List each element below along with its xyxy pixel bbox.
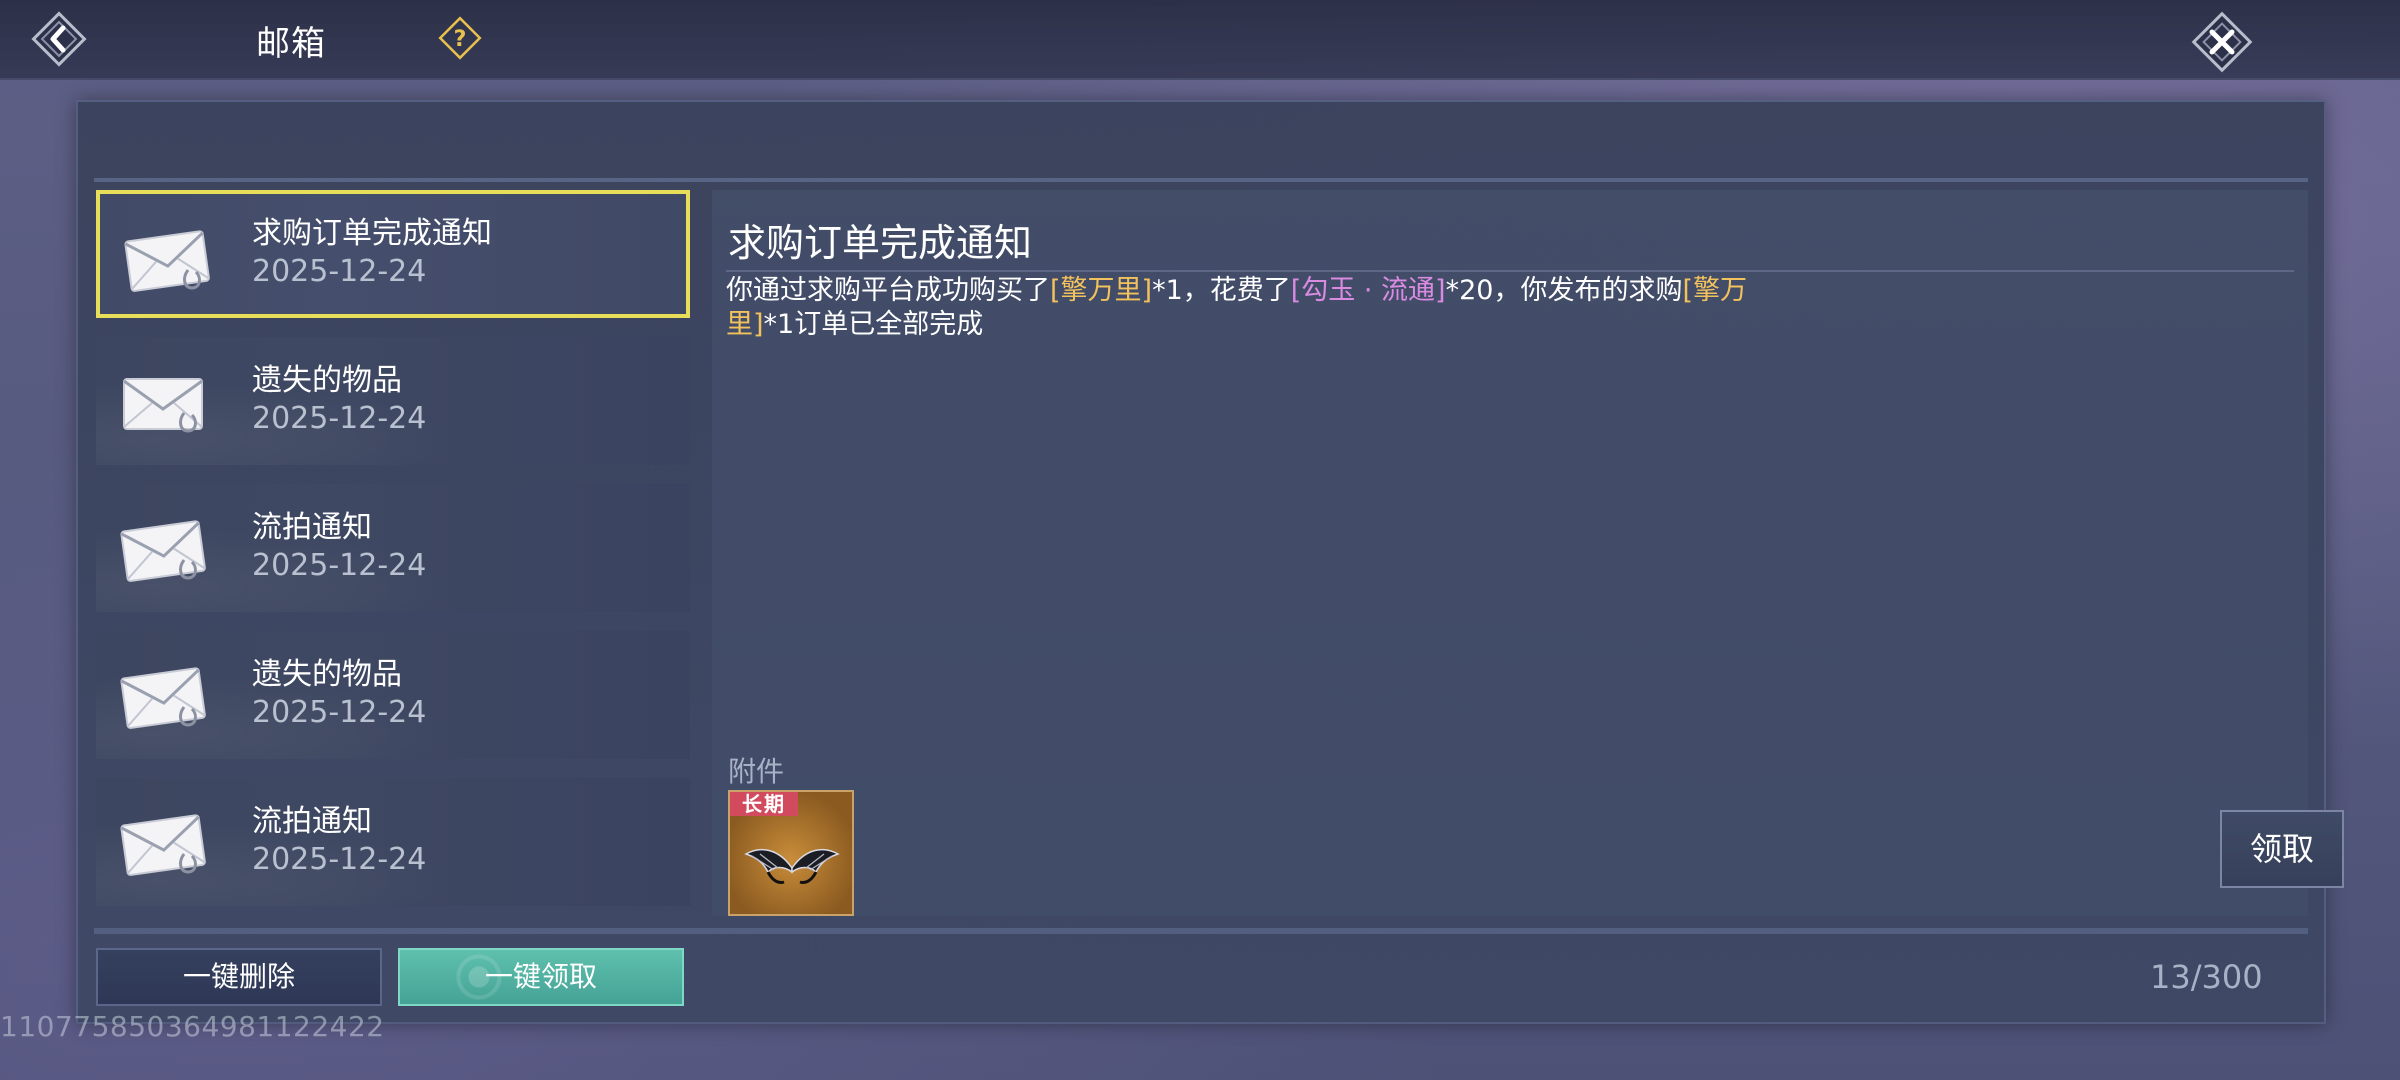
close-x-icon: [2191, 11, 2253, 73]
delete-all-button[interactable]: 一键删除: [96, 948, 382, 1006]
back-button[interactable]: [26, 6, 92, 72]
divider: [726, 270, 2294, 272]
attachment-label: 附件: [728, 755, 785, 788]
mail-title: 流拍通知: [252, 804, 372, 839]
mail-item[interactable]: 遗失的物品 2025-12-24: [96, 337, 690, 465]
mail-date: 2025-12-24: [252, 842, 427, 877]
help-button[interactable]: ?: [436, 14, 484, 62]
attachment-item[interactable]: 长期: [728, 790, 854, 916]
mail-content: 求购订单完成通知 你通过求购平台成功购买了[擎万里]*1，花费了[勾玉 · 流通…: [712, 190, 2344, 916]
mail-item[interactable]: 流拍通知 2025-12-24: [96, 778, 690, 906]
back-arrow-icon: [31, 11, 87, 67]
envelope-attachment-icon: [120, 814, 206, 876]
divider: [94, 178, 2308, 182]
claim-button[interactable]: 领取: [2220, 810, 2344, 888]
mail-item[interactable]: 流拍通知 2025-12-24: [96, 484, 690, 612]
player-uid: 110775850364981122422: [0, 1010, 385, 1043]
duration-tag: 长期: [730, 792, 798, 816]
body-text: 你通过求购平台成功购买了: [726, 275, 1050, 306]
top-bar: 邮箱 ?: [0, 0, 2400, 80]
body-text: *1，花费了: [1152, 275, 1291, 306]
mail-date: 2025-12-24: [252, 254, 427, 289]
mail-title: 流拍通知: [252, 510, 372, 545]
body-text: *1订单已全部完成: [763, 309, 984, 340]
mail-title: 遗失的物品: [252, 657, 402, 692]
wings-item-icon: [744, 848, 840, 884]
mail-date: 2025-12-24: [252, 548, 427, 583]
mail-item[interactable]: 求购订单完成通知 2025-12-24: [96, 190, 690, 318]
mail-title: 求购订单完成通知: [252, 216, 492, 251]
mail-date: 2025-12-24: [252, 695, 427, 730]
envelope-attachment-icon: [120, 520, 206, 582]
mail-item[interactable]: 遗失的物品 2025-12-24: [96, 631, 690, 759]
svg-text:?: ?: [454, 27, 467, 52]
claim-all-button[interactable]: 一键领取: [398, 948, 684, 1006]
mail-detail-body: 你通过求购平台成功购买了[擎万里]*1，花费了[勾玉 · 流通]*20，你发布的…: [726, 274, 1786, 342]
envelope-attachment-icon: [123, 378, 203, 433]
question-diamond-icon: ?: [438, 16, 482, 60]
item-link[interactable]: [擎万里]: [1050, 275, 1152, 306]
mail-title: 遗失的物品: [252, 363, 402, 398]
divider: [94, 928, 2308, 934]
close-button[interactable]: [2186, 6, 2258, 78]
body-text: *20，你发布的求购: [1445, 275, 1683, 306]
mail-list[interactable]: 求购订单完成通知 2025-12-24 遗失的物品 2025-12-24 流拍通…: [96, 190, 694, 925]
mail-detail-title: 求购订单完成通知: [728, 221, 1033, 265]
envelope-attachment-icon: [120, 667, 206, 729]
mail-date: 2025-12-24: [252, 401, 427, 436]
page-title: 邮箱: [256, 24, 326, 64]
mail-panel: 求购订单完成通知 2025-12-24 遗失的物品 2025-12-24 流拍通…: [76, 100, 2344, 1024]
mail-count: 13/300: [2150, 958, 2263, 996]
currency-link[interactable]: [勾玉 · 流通]: [1291, 275, 1446, 306]
envelope-attachment-icon: [124, 230, 210, 292]
